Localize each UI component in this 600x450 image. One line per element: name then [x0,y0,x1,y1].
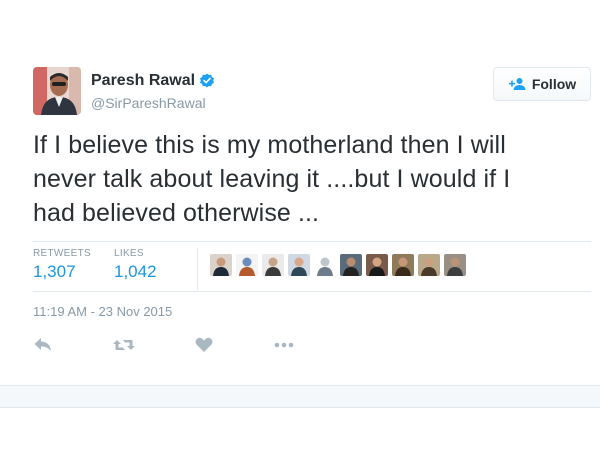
liker-avatar[interactable] [418,254,440,276]
user-name-row[interactable]: Paresh Rawal [91,72,215,90]
likes-stat[interactable]: LIKES 1,042 [114,248,157,282]
tweet-stats: RETWEETS 1,307 LIKES 1,042 [33,248,591,290]
like-icon[interactable] [194,336,214,354]
liker-avatar[interactable] [236,254,258,276]
footer-band [0,385,600,408]
likes-count[interactable]: 1,042 [114,262,157,282]
liker-avatar[interactable] [392,254,414,276]
tweet-text-line: never talk about leaving it ....but I wo… [33,165,511,193]
divider [33,241,591,242]
user-avatar[interactable] [33,67,81,115]
more-icon[interactable] [272,336,294,354]
add-user-icon [508,77,526,91]
liker-avatar[interactable] [366,254,388,276]
liker-avatar[interactable] [288,254,310,276]
divider [33,291,591,292]
retweets-count[interactable]: 1,307 [33,262,91,282]
reply-icon[interactable] [33,336,53,354]
retweet-icon[interactable] [112,336,135,354]
verified-badge-icon [199,73,215,89]
likes-label: LIKES [114,248,144,259]
liker-avatars [210,254,470,276]
follow-button-label: Follow [531,76,577,92]
liker-avatar[interactable] [444,254,466,276]
tweet-card: Paresh Rawal @SirPareshRawal Follow If I… [0,0,600,385]
stats-separator [197,248,198,290]
liker-avatar[interactable] [262,254,284,276]
retweets-label: RETWEETS [33,248,91,259]
liker-avatar[interactable] [210,254,232,276]
tweet-text: If I believe this is my motherland then … [33,128,593,230]
display-name[interactable]: Paresh Rawal [91,72,195,90]
tweet-text-line: If I believe this is my motherland then … [33,131,506,159]
user-handle[interactable]: @SirPareshRawal [91,95,206,111]
liker-avatar[interactable] [314,254,336,276]
tweet-timestamp[interactable]: 11:19 AM - 23 Nov 2015 [33,304,172,319]
liker-avatar[interactable] [340,254,362,276]
retweets-stat[interactable]: RETWEETS 1,307 [33,248,91,282]
tweet-text-line: had believed otherwise ... [33,199,320,227]
follow-button[interactable]: Follow [493,67,591,101]
